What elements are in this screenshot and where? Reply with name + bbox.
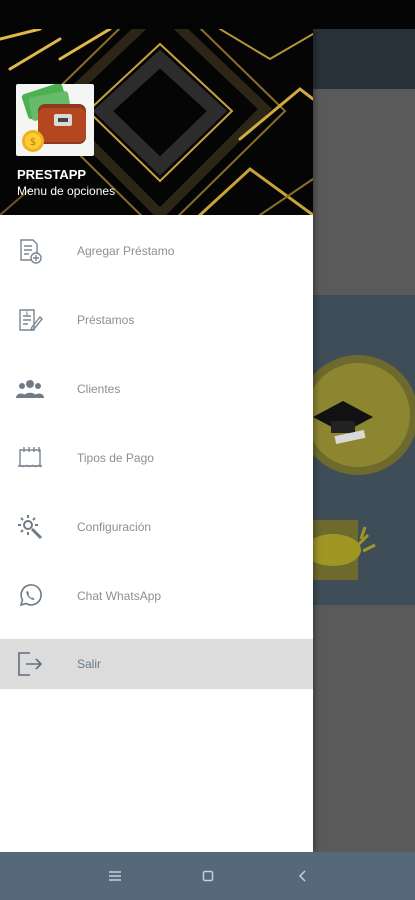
- menu-item-prestamos[interactable]: $ Préstamos: [0, 295, 313, 345]
- recent-apps-button[interactable]: [103, 864, 127, 888]
- wallet-money-icon: $: [21, 84, 86, 152]
- status-bar: [0, 0, 415, 29]
- system-navigation-bar: [0, 852, 415, 900]
- menu-item-label: Tipos de Pago: [77, 451, 154, 465]
- menu-item-label: Chat WhatsApp: [77, 589, 162, 603]
- calendar-icon: [16, 444, 44, 472]
- svg-text:$: $: [30, 137, 36, 148]
- menu-item-label: Agregar Préstamo: [77, 244, 175, 258]
- app-subtitle: Menu de opciones: [17, 184, 116, 198]
- square-home-icon: [202, 870, 214, 882]
- menu-item-label: Préstamos: [77, 313, 135, 327]
- svg-text:$: $: [25, 311, 28, 317]
- menu-item-salir[interactable]: Salir: [0, 639, 313, 689]
- back-chevron-icon: [298, 870, 306, 882]
- background-banner-image: [313, 295, 415, 605]
- users-group-icon: [16, 375, 44, 403]
- logout-icon: [16, 650, 44, 678]
- menu-item-chat-whatsapp[interactable]: Chat WhatsApp: [0, 571, 313, 621]
- add-document-icon: [16, 237, 44, 265]
- back-button[interactable]: [291, 864, 315, 888]
- menu-item-label: Salir: [77, 657, 102, 671]
- drawer-header: $ PRESTAPP Menu de opciones: [0, 29, 313, 215]
- menu-item-configuracion[interactable]: Configuración: [0, 502, 313, 552]
- menu-item-clientes[interactable]: Clientes: [0, 364, 313, 414]
- navigation-drawer: $ PRESTAPP Menu de opciones Agregar Prés…: [0, 29, 313, 852]
- background-toolbar: [313, 29, 415, 89]
- whatsapp-icon: [16, 582, 44, 610]
- loan-document-icon: $: [16, 306, 44, 334]
- menu-lines-icon: [109, 871, 121, 881]
- menu-item-agregar-prestamo[interactable]: Agregar Préstamo: [0, 226, 313, 276]
- app-title: PRESTAPP: [17, 167, 87, 182]
- menu-item-tipos-de-pago[interactable]: Tipos de Pago: [0, 433, 313, 483]
- settings-gear-icon: [16, 513, 44, 541]
- menu-item-label: Configuración: [77, 520, 152, 534]
- app-logo: $: [16, 84, 94, 156]
- menu-item-label: Clientes: [77, 382, 121, 396]
- home-button[interactable]: [196, 864, 220, 888]
